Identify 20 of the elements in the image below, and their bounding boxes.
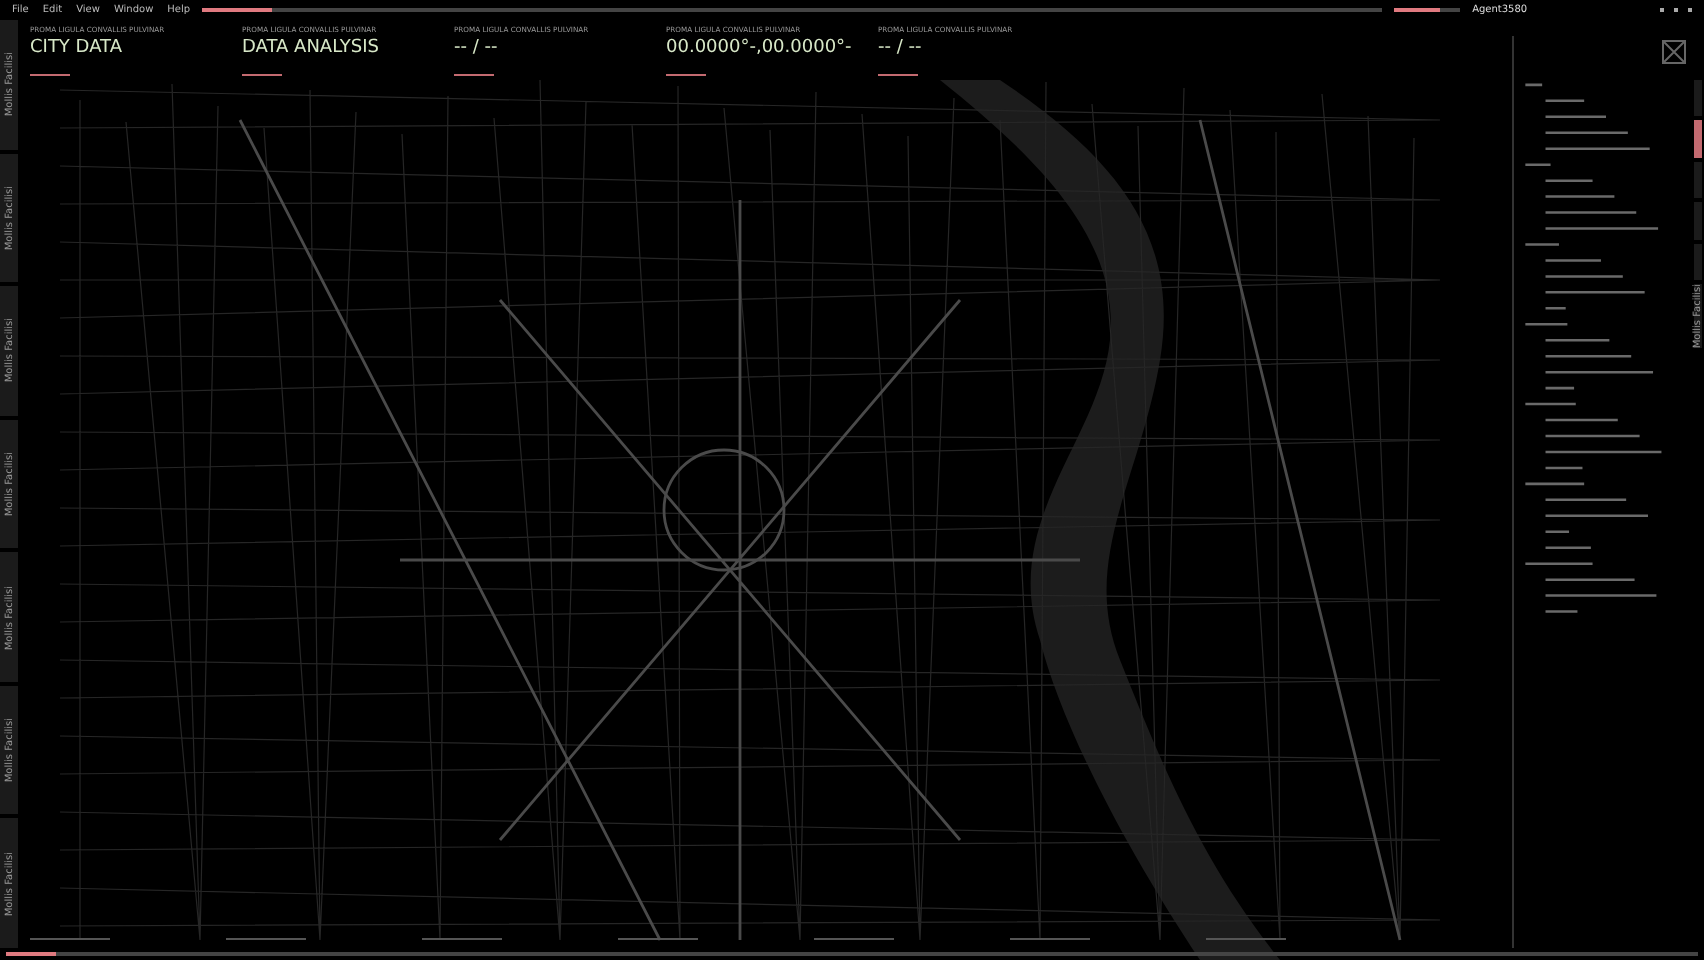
scale-rule-drawing bbox=[30, 938, 110, 940]
panel-value: DATA ANALYSIS bbox=[242, 38, 381, 58]
scale-rule-drawing bbox=[226, 938, 306, 940]
panel-value: CITY DATA bbox=[30, 38, 124, 58]
scale-rule-drawing bbox=[1206, 938, 1286, 940]
panel-rule-drawing bbox=[878, 74, 918, 76]
scale-rule-drawing bbox=[814, 938, 894, 940]
timeline-track[interactable] bbox=[202, 8, 1383, 12]
panel-rule-drawing bbox=[454, 74, 494, 76]
panel-value: 00.0000°-,00.0000°- bbox=[666, 38, 854, 58]
scale-rule-drawing bbox=[618, 938, 698, 940]
panel-value: -- / -- bbox=[454, 38, 500, 58]
panel-rule-drawing bbox=[242, 74, 282, 76]
cross-box-icon[interactable] bbox=[1662, 40, 1686, 64]
scale-rule-drawing bbox=[1010, 938, 1090, 940]
panel-rule-drawing bbox=[666, 74, 706, 76]
panel-rule-drawing bbox=[30, 74, 70, 76]
panel-value: -- / -- bbox=[878, 38, 924, 58]
side-tab[interactable] bbox=[1694, 120, 1702, 158]
scale-rule-drawing bbox=[422, 938, 502, 940]
